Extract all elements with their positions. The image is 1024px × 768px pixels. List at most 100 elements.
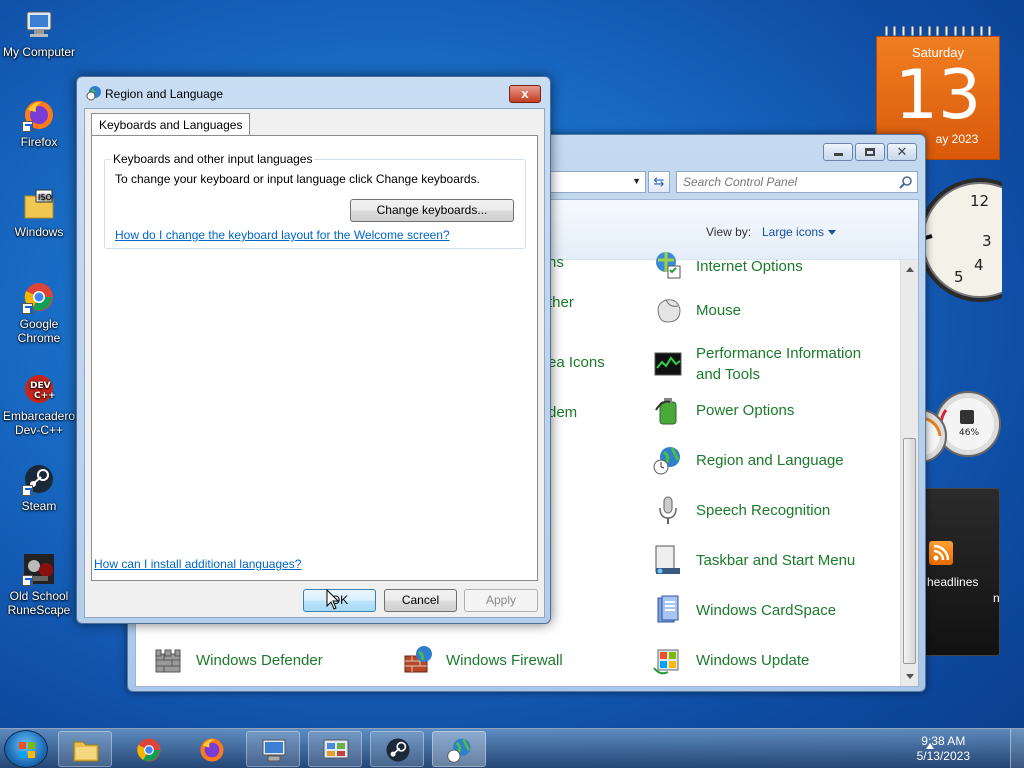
dialog-body: Keyboards and Languages Keyboards and ot… bbox=[84, 108, 545, 618]
desktop-icon-label: Windows bbox=[14, 225, 64, 239]
iso-file-icon: ISO bbox=[22, 188, 56, 222]
desktop-icon-runescape[interactable]: Old School RuneScape bbox=[0, 552, 78, 617]
shortcut-arrow-icon bbox=[22, 485, 33, 496]
desktop-icon-chrome[interactable]: Google Chrome bbox=[0, 280, 78, 345]
taskbar-remote-desktop[interactable] bbox=[246, 731, 300, 767]
feed-partial-label: n bbox=[993, 591, 1000, 605]
taskbar-control-panel[interactable] bbox=[308, 731, 362, 767]
cp-item-performance[interactable]: Performance Information and Tools bbox=[652, 343, 886, 385]
change-keyboards-button[interactable]: Change keyboards... bbox=[350, 199, 514, 222]
region-language-dialog[interactable]: Region and Language x Keyboards and Lang… bbox=[76, 76, 551, 624]
windows-update-icon bbox=[653, 649, 679, 675]
desktop-icon-my-computer[interactable]: My Computer bbox=[0, 8, 78, 59]
taskbar-chrome[interactable] bbox=[121, 731, 175, 767]
taskbar: 9:38 AM 5/13/2023 bbox=[0, 728, 1024, 768]
tray-time: 9:38 AM bbox=[921, 734, 966, 748]
desktop-icon-label: My Computer bbox=[2, 45, 76, 59]
address-dropdown-icon[interactable]: ▼ bbox=[632, 176, 641, 186]
taskbar-firefox[interactable] bbox=[184, 731, 238, 767]
cp-item-windows-update[interactable]: Windows Update bbox=[652, 644, 809, 676]
apply-button[interactable]: Apply bbox=[464, 589, 538, 612]
scroll-thumb[interactable] bbox=[903, 438, 916, 664]
start-button[interactable] bbox=[4, 730, 48, 768]
shortcut-arrow-icon bbox=[22, 575, 33, 586]
close-button[interactable]: ✕ bbox=[887, 143, 917, 161]
rss-icon bbox=[929, 541, 953, 565]
cp-item-speech-recognition[interactable]: Speech Recognition bbox=[652, 494, 830, 526]
region-language-icon bbox=[447, 738, 471, 763]
runescape-icon bbox=[22, 552, 56, 586]
desktop-icon-firefox[interactable]: Firefox bbox=[0, 98, 78, 149]
cp-partial-item-3[interactable]: ea Icons bbox=[548, 354, 605, 371]
groupbox-title: Keyboards and other input languages bbox=[111, 152, 315, 166]
taskbar-region-language[interactable] bbox=[432, 731, 486, 767]
taskbar-explorer[interactable] bbox=[58, 731, 112, 767]
tab-keyboards-languages[interactable]: Keyboards and Languages bbox=[91, 113, 251, 136]
refresh-button[interactable]: ⇆ bbox=[648, 171, 670, 193]
cp-item-mouse[interactable]: Mouse bbox=[652, 294, 741, 326]
cp-partial-item-2[interactable]: ther bbox=[548, 294, 574, 311]
desktop-icon-label: Firefox bbox=[20, 135, 58, 149]
desktop-icon-label: Old School RuneScape bbox=[7, 589, 71, 617]
cp-item-label: Windows CardSpace bbox=[696, 601, 837, 619]
cp-partial-item-4[interactable]: dem bbox=[548, 404, 577, 421]
address-bar[interactable]: ▼ bbox=[548, 171, 646, 193]
cp-item-label: Windows Update bbox=[696, 651, 810, 669]
cp-item-taskbar-start[interactable]: Taskbar and Start Menu bbox=[652, 544, 855, 576]
search-input[interactable]: Search Control Panel bbox=[676, 171, 918, 193]
firewall-icon bbox=[404, 646, 432, 673]
search-icon[interactable] bbox=[899, 175, 913, 189]
desktop-icon-steam[interactable]: Steam bbox=[0, 462, 78, 513]
chrome-icon bbox=[137, 738, 161, 762]
internet-options-icon bbox=[656, 252, 681, 279]
cardspace-icon bbox=[657, 595, 679, 623]
taskbar-steam[interactable] bbox=[370, 731, 424, 767]
desktop-icon-windows[interactable]: ISO Windows bbox=[0, 188, 78, 239]
chevron-down-icon[interactable] bbox=[828, 230, 836, 235]
close-button[interactable]: x bbox=[509, 85, 541, 103]
shortcut-arrow-icon bbox=[22, 121, 33, 132]
welcome-screen-keyboard-link[interactable]: How do I change the keyboard layout for … bbox=[115, 228, 450, 242]
performance-icon bbox=[654, 352, 682, 376]
chrome-icon bbox=[22, 280, 56, 314]
microphone-icon bbox=[659, 496, 677, 524]
minimize-button[interactable] bbox=[823, 143, 853, 161]
tab-panel: Keyboards and other input languages To c… bbox=[91, 135, 538, 581]
cp-item-label: Taskbar and Start Menu bbox=[696, 551, 856, 569]
clock-numeral-4: 4 bbox=[974, 256, 984, 274]
cp-item-label: Windows Firewall bbox=[446, 651, 563, 669]
scroll-down-arrow-icon[interactable] bbox=[906, 674, 914, 679]
clock-numeral-12: 12 bbox=[970, 192, 989, 210]
view-by-dropdown[interactable]: Large icons bbox=[762, 225, 824, 239]
steam-icon bbox=[386, 738, 410, 762]
desktop-icon-label: Steam bbox=[21, 499, 57, 513]
cp-item-cardspace[interactable]: Windows CardSpace bbox=[652, 594, 836, 626]
cancel-button[interactable]: Cancel bbox=[384, 589, 457, 612]
svg-text:C++: C++ bbox=[34, 391, 56, 401]
firefox-icon bbox=[200, 738, 224, 762]
feed-headlines-gadget[interactable]: headlines n bbox=[920, 488, 1000, 656]
cp-item-label: Performance Information and Tools bbox=[696, 345, 862, 383]
show-desktop-button[interactable] bbox=[1010, 729, 1024, 768]
minimize-icon bbox=[833, 153, 843, 156]
vertical-scrollbar[interactable] bbox=[900, 260, 918, 686]
cp-item-power-options[interactable]: Power Options bbox=[652, 394, 794, 426]
close-icon: ✕ bbox=[896, 144, 908, 159]
install-languages-link[interactable]: How can I install additional languages? bbox=[94, 557, 301, 571]
cp-item-region-language[interactable]: Region and Language bbox=[652, 444, 844, 476]
scroll-up-arrow-icon[interactable] bbox=[906, 267, 914, 272]
desktop-icon-devcpp[interactable]: DEV C++ Embarcadero Dev-C++ bbox=[0, 372, 78, 437]
shortcut-arrow-icon bbox=[22, 303, 33, 314]
cp-item-internet-options[interactable]: Internet Options bbox=[652, 250, 803, 282]
castle-wall-icon bbox=[155, 649, 181, 673]
cp-item-windows-defender[interactable]: Windows Defender bbox=[152, 644, 323, 676]
cp-item-label: Region and Language bbox=[696, 451, 844, 469]
cp-item-windows-firewall[interactable]: Windows Firewall bbox=[402, 644, 563, 676]
computer-icon bbox=[22, 8, 56, 42]
cp-item-label: Windows Defender bbox=[196, 651, 323, 669]
maximize-icon bbox=[865, 148, 875, 156]
maximize-button[interactable] bbox=[855, 143, 885, 161]
clock-gadget[interactable]: 12 3 4 5 bbox=[917, 178, 1024, 302]
desktop-icon-label: Embarcadero Dev-C++ bbox=[2, 409, 76, 437]
tray-clock[interactable]: 9:38 AM 5/13/2023 bbox=[917, 734, 970, 764]
